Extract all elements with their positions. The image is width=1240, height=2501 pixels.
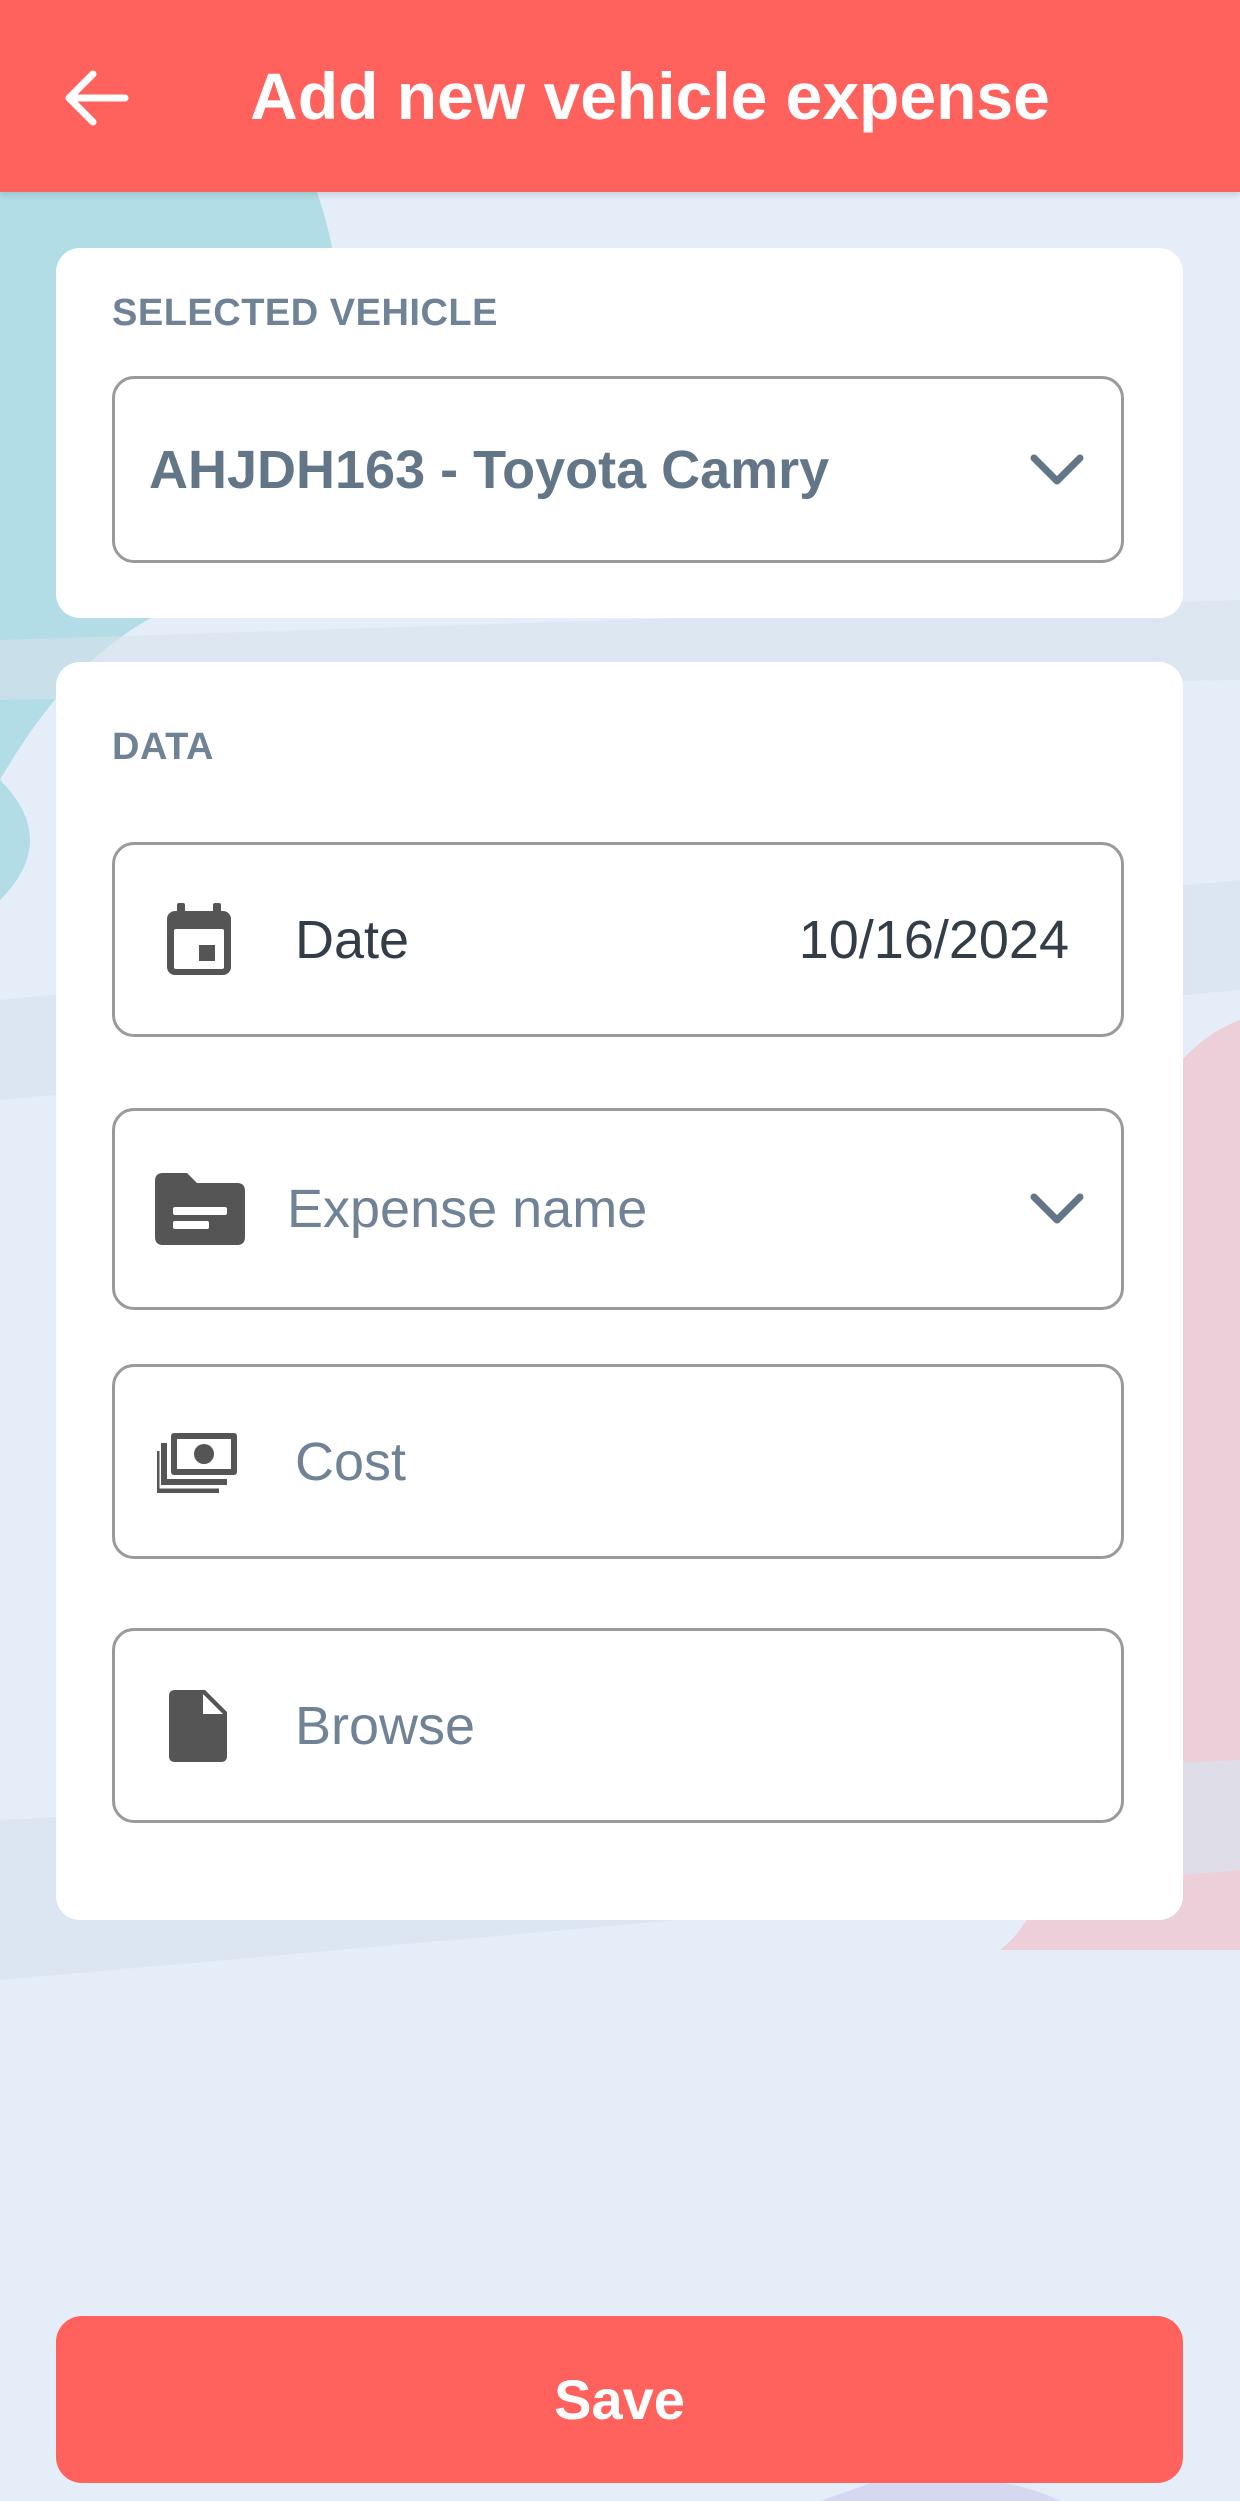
arrow-left-icon xyxy=(65,70,129,126)
vehicle-select-value: AHJDH163 - Toyota Camry xyxy=(149,439,830,500)
back-button[interactable] xyxy=(48,50,144,146)
chevron-down-icon xyxy=(1030,454,1084,484)
date-value: 10/16/2024 xyxy=(798,909,1069,970)
page-title: Add new vehicle expense xyxy=(250,59,1050,133)
calendar-icon xyxy=(165,902,233,977)
section-label-selected-vehicle: SELECTED VEHICLE xyxy=(112,292,498,334)
save-button[interactable]: Save xyxy=(56,2316,1183,2483)
date-field[interactable]: Date 10/16/2024 xyxy=(112,842,1124,1037)
folder-icon xyxy=(155,1173,245,1245)
app-bar: Add new vehicle expense xyxy=(0,0,1240,192)
money-icon xyxy=(157,1431,239,1493)
cost-field[interactable]: Cost xyxy=(112,1364,1124,1559)
selected-vehicle-card: SELECTED VEHICLE AHJDH163 - Toyota Camry xyxy=(56,248,1183,618)
expense-name-select[interactable]: Expense name xyxy=(112,1108,1124,1310)
data-card: DATA Date 10/16/2024 Expense name Cost B… xyxy=(56,662,1183,1920)
chevron-down-icon xyxy=(1030,1193,1084,1224)
file-icon xyxy=(169,1689,227,1762)
attachment-browse-field[interactable]: Browse xyxy=(112,1628,1124,1823)
cost-placeholder: Cost xyxy=(295,1431,407,1492)
date-label: Date xyxy=(295,909,410,970)
section-label-data: DATA xyxy=(112,726,214,768)
expense-name-placeholder: Expense name xyxy=(287,1179,648,1239)
browse-placeholder: Browse xyxy=(295,1695,476,1756)
vehicle-select[interactable]: AHJDH163 - Toyota Camry xyxy=(112,376,1124,563)
